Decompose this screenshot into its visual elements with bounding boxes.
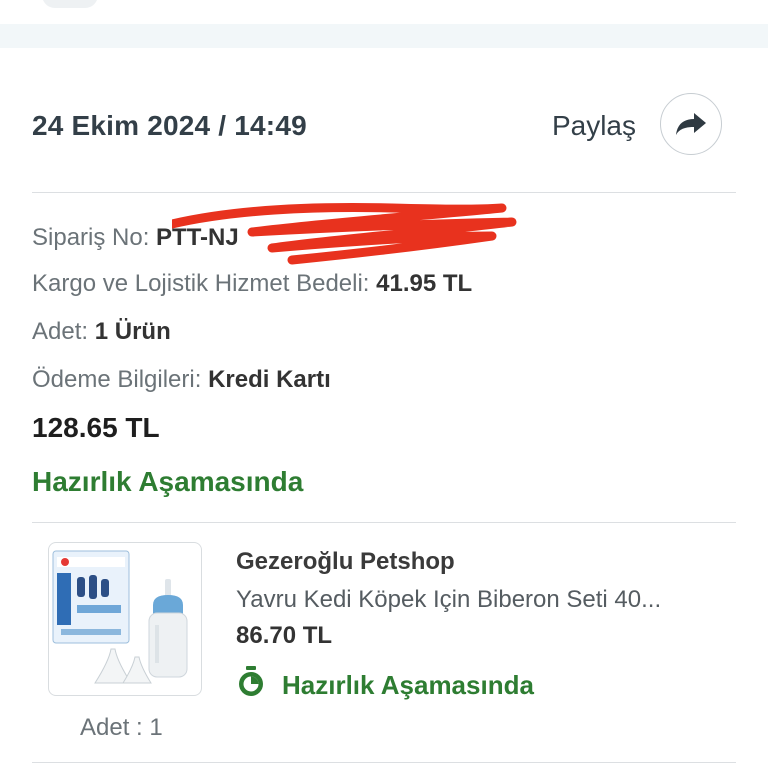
payment-label: Ödeme Bilgileri: <box>32 366 202 393</box>
top-bar <box>0 0 768 24</box>
order-date: 24 Ekim 2024 / 14:49 <box>32 110 307 141</box>
quantity-row: Adet: 1 Ürün <box>32 318 171 346</box>
shipping-fee-row: Kargo ve Lojistik Hizmet Bedeli: 41.95 T… <box>32 270 472 298</box>
payment-value: Kredi Kartı <box>208 366 331 393</box>
product-image[interactable] <box>48 542 202 696</box>
shop-name[interactable]: Gezeroğlu Petshop <box>236 548 455 576</box>
divider <box>32 762 736 763</box>
order-status: Hazırlık Aşamasında <box>32 466 304 497</box>
payment-row: Ödeme Bilgileri: Kredi Kartı <box>32 366 331 394</box>
divider <box>32 522 736 523</box>
quantity-label: Adet: <box>32 318 89 345</box>
share-arrow-icon <box>676 113 706 135</box>
order-no-row: Sipariş No: PTT-NJ <box>32 203 517 265</box>
shipping-fee-label: Kargo ve Lojistik Hizmet Bedeli: <box>32 270 370 297</box>
product-quantity: Adet : 1 <box>80 714 163 741</box>
section-separator-band <box>0 24 768 48</box>
redaction-scribble <box>172 203 517 265</box>
baby-bottle-image <box>52 550 188 684</box>
shipping-fee-value: 41.95 TL <box>376 270 473 297</box>
product-status-label: Hazırlık Aşamasında <box>282 670 534 700</box>
divider <box>32 192 736 193</box>
share-button[interactable] <box>660 93 722 155</box>
order-total: 128.65 TL <box>32 412 160 443</box>
product-price: 86.70 TL <box>236 622 333 649</box>
order-header: 24 Ekim 2024 / 14:49 Paylaş <box>32 92 736 156</box>
top-pill[interactable] <box>42 0 98 8</box>
order-no-label: Sipariş No: <box>32 224 150 251</box>
quantity-value: 1 Ürün <box>94 318 171 345</box>
product-name[interactable]: Yavru Kedi Köpek Için Biberon Seti 40... <box>236 586 716 614</box>
share-label[interactable]: Paylaş <box>552 110 636 142</box>
stopwatch-icon <box>239 666 263 696</box>
product-item[interactable]: Adet : 1 Gezeroğlu Petshop Yavru Kedi Kö… <box>32 524 736 762</box>
